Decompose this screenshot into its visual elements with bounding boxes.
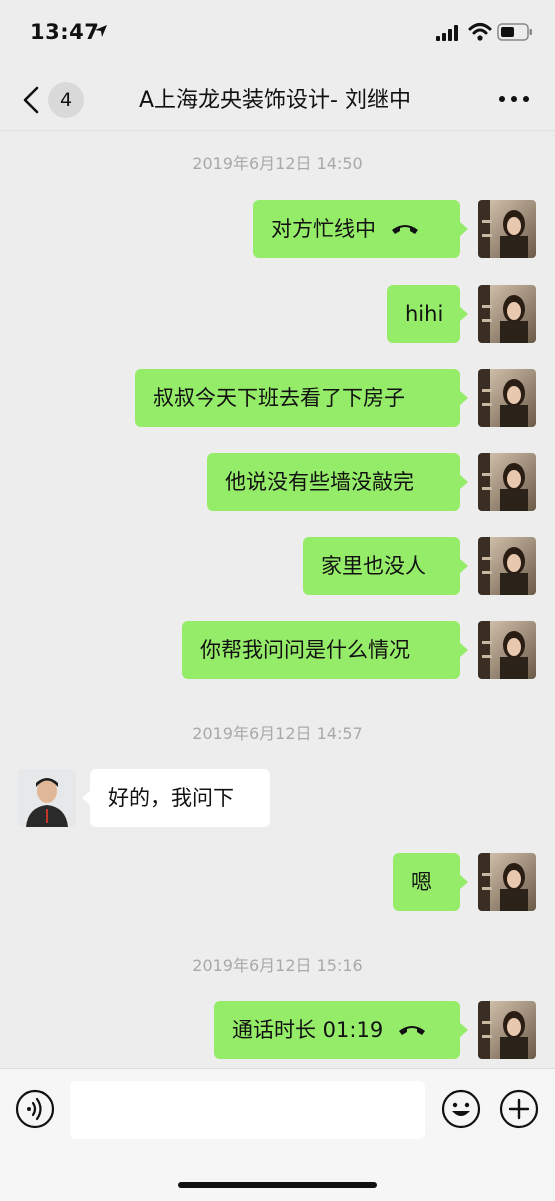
plus-icon[interactable] — [499, 1089, 539, 1129]
location-arrow-icon — [95, 25, 107, 37]
my-avatar[interactable] — [478, 453, 536, 511]
back-button[interactable]: 4 — [18, 82, 90, 118]
message-input[interactable] — [70, 1081, 425, 1139]
message-text: hihi — [405, 302, 444, 326]
my-avatar[interactable] — [478, 285, 536, 343]
chevron-left-icon — [23, 86, 39, 114]
message-text: 通话时长 01:19 — [232, 1018, 384, 1042]
my-avatar[interactable] — [478, 853, 536, 911]
home-indicator[interactable] — [178, 1182, 377, 1188]
message-bubble[interactable]: 他说没有些墙没敲完 — [207, 453, 468, 511]
chat-title: A上海龙央装饰设计- 刘继中 — [139, 88, 411, 113]
contact-avatar[interactable] — [18, 769, 76, 827]
message-bubble[interactable]: 叔叔今天下班去看了下房子 — [135, 369, 468, 427]
cellular-signal-icon — [436, 25, 458, 41]
message-bubble[interactable]: 嗯 — [393, 853, 468, 911]
unread-count-badge: 4 — [48, 82, 84, 118]
message-bubble[interactable]: 通话时长 01:19 — [214, 1001, 468, 1059]
message-text: 叔叔今天下班去看了下房子 — [153, 386, 405, 410]
message-bubble[interactable]: 家里也没人 — [303, 537, 468, 595]
chat-input-bar — [0, 1068, 555, 1201]
my-avatar[interactable] — [478, 200, 536, 258]
my-avatar[interactable] — [478, 537, 536, 595]
chat-header: 4 A上海龙央装饰设计- 刘继中 — [0, 66, 555, 131]
message-text: 嗯 — [411, 870, 432, 894]
message-bubble[interactable]: 你帮我问问是什么情况 — [182, 621, 468, 679]
message-bubble[interactable]: 对方忙线中 — [253, 200, 468, 258]
message-text: 家里也没人 — [321, 554, 426, 578]
message-bubble[interactable]: hihi — [387, 285, 468, 343]
emoji-icon[interactable] — [441, 1089, 481, 1129]
message-text: 好的，我问下 — [108, 786, 234, 810]
message-timestamp: 2019年6月12日 14:57 — [192, 724, 363, 743]
my-avatar[interactable] — [478, 621, 536, 679]
battery-icon — [497, 23, 532, 41]
message-timestamp: 2019年6月12日 15:16 — [192, 956, 363, 975]
more-dots-icon[interactable] — [496, 92, 532, 106]
message-bubble[interactable]: 好的，我问下 — [82, 769, 270, 827]
status-bar: 13:47 — [0, 0, 555, 66]
message-timestamp: 2019年6月12日 14:50 — [192, 154, 363, 173]
my-avatar[interactable] — [478, 369, 536, 427]
message-text: 他说没有些墙没敲完 — [225, 470, 414, 494]
wifi-icon — [468, 23, 492, 41]
message-text: 你帮我问问是什么情况 — [200, 638, 410, 662]
hangup-phone-icon — [399, 1026, 426, 1035]
message-text: 对方忙线中 — [271, 217, 376, 241]
status-time: 13:47 — [30, 20, 100, 44]
voice-icon[interactable] — [15, 1089, 55, 1129]
my-avatar[interactable] — [478, 1001, 536, 1059]
hangup-phone-icon — [392, 225, 418, 234]
